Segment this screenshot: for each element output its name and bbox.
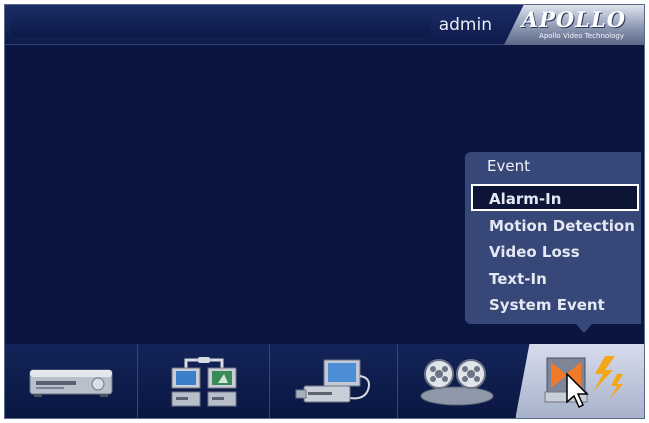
top-bar-stripe <box>11 13 431 37</box>
film-reels-icon <box>420 359 493 406</box>
bottom-dock <box>5 344 644 418</box>
top-bar: admin APOLLO Apollo Video Technology <box>5 5 644 45</box>
menu-item-alarm-in[interactable]: Alarm-In <box>471 184 639 211</box>
dvr-screen: admin APOLLO Apollo Video Technology Eve… <box>4 4 645 419</box>
logo-plate: APOLLO Apollo Video Technology <box>504 5 644 45</box>
event-menu-list: Alarm-In Motion Detection Video Loss Tex… <box>471 184 639 317</box>
camera-monitors-icon <box>171 357 236 407</box>
dock-button-display[interactable] <box>137 344 269 418</box>
event-alarm-icon <box>544 356 623 409</box>
dvr-recorder-icon <box>29 369 113 397</box>
computer-network-icon <box>295 359 370 403</box>
dock-button-playback[interactable] <box>397 344 515 418</box>
logo-subtitle: Apollo Video Technology <box>539 32 624 40</box>
current-user-label: admin <box>438 15 492 35</box>
dock-button-event[interactable] <box>515 344 644 418</box>
dock-button-network[interactable] <box>269 344 397 418</box>
menu-pointer <box>575 323 593 333</box>
dock-button-recorder[interactable] <box>5 344 137 418</box>
menu-item-video-loss[interactable]: Video Loss <box>471 237 639 264</box>
event-menu-title: Event <box>487 157 530 175</box>
menu-item-motion-detection[interactable]: Motion Detection <box>471 211 639 238</box>
menu-item-text-in[interactable]: Text-In <box>471 264 639 291</box>
event-menu: Event Alarm-In Motion Detection Video Lo… <box>465 152 641 324</box>
apollo-logo: APOLLO <box>521 7 626 32</box>
menu-item-system-event[interactable]: System Event <box>471 290 639 317</box>
